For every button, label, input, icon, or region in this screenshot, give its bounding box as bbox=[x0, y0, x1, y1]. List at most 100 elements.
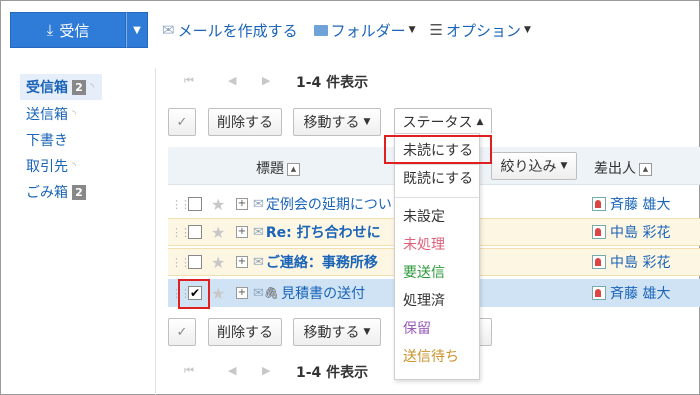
envelope-icon: ✉ bbox=[253, 224, 264, 240]
menu-item-status-hold[interactable]: 保留 bbox=[403, 318, 431, 338]
mail-sender[interactable]: 斉藤 雄大 bbox=[592, 283, 670, 303]
menu-item-status-awaiting-send[interactable]: 送信待ち bbox=[403, 346, 459, 366]
sidebar-item-label: ごみ箱 bbox=[26, 185, 68, 201]
options-menu[interactable]: ☰ オプション ▼ bbox=[430, 20, 531, 41]
sync-icon: ◝ bbox=[72, 108, 76, 120]
drag-handle-icon[interactable]: ⋮⋮ bbox=[171, 226, 191, 239]
filter-button[interactable]: 絞り込み ▼ bbox=[491, 152, 577, 180]
envelope-icon: ✉ bbox=[253, 254, 264, 270]
menu-divider bbox=[395, 164, 479, 165]
sync-icon: ◝ bbox=[72, 160, 76, 172]
status-button[interactable]: ステータス ▲ bbox=[394, 108, 492, 134]
folder-menu[interactable]: フォルダー ▼ bbox=[313, 20, 416, 41]
row-checkbox[interactable] bbox=[188, 225, 202, 239]
chevron-down-icon: ▼ bbox=[524, 25, 531, 35]
expand-icon[interactable]: + bbox=[236, 226, 248, 238]
folder-label: フォルダー bbox=[330, 21, 406, 40]
expand-icon[interactable]: + bbox=[236, 256, 248, 268]
user-icon bbox=[592, 286, 606, 300]
delete-button-bottom[interactable]: 削除する bbox=[208, 318, 282, 346]
download-icon: ⤓ bbox=[46, 21, 54, 39]
sender-name: 斉藤 雄大 bbox=[610, 286, 671, 302]
envelope-icon: ✉ bbox=[253, 196, 264, 212]
user-icon bbox=[592, 197, 606, 211]
row-checkbox[interactable] bbox=[188, 197, 202, 211]
next-page-icon[interactable]: ▶ bbox=[262, 364, 270, 377]
sidebar-item-trash[interactable]: ごみ箱 2 bbox=[26, 182, 86, 202]
first-page-icon[interactable]: ⏮ bbox=[184, 364, 194, 378]
highlight-box-checkbox bbox=[178, 279, 210, 309]
mail-sender[interactable]: 中島 彩花 bbox=[592, 252, 670, 272]
list-icon: ☰ bbox=[429, 21, 443, 39]
prev-page-icon[interactable]: ◀ bbox=[228, 74, 236, 87]
next-page-icon[interactable]: ▶ bbox=[262, 74, 270, 87]
filter-label: 絞り込み bbox=[500, 159, 557, 175]
menu-item-status-reply-needed[interactable]: 要送信 bbox=[403, 262, 445, 282]
sender-column-header[interactable]: 差出人 ▲ bbox=[594, 158, 652, 178]
move-button[interactable]: 移動する ▼ bbox=[293, 108, 381, 136]
subject-column-header[interactable]: 標題 ▲ bbox=[256, 158, 300, 178]
check-icon: ✓ bbox=[176, 324, 188, 340]
move-button-bottom[interactable]: 移動する ▼ bbox=[293, 318, 381, 346]
compose-label: メールを作成する bbox=[177, 21, 298, 40]
star-icon[interactable]: ★ bbox=[211, 195, 227, 214]
status-label: ステータス bbox=[402, 114, 473, 131]
sidebar-item-label: 受信箱 bbox=[26, 80, 68, 96]
delete-button[interactable]: 削除する bbox=[208, 108, 282, 136]
sidebar-item-drafts[interactable]: 下書き bbox=[26, 130, 68, 150]
options-label: オプション bbox=[445, 21, 521, 40]
select-all-button[interactable]: ✓ bbox=[168, 108, 196, 136]
unread-count-badge: 2 bbox=[72, 79, 86, 95]
prev-page-icon[interactable]: ◀ bbox=[228, 364, 236, 377]
row-checkbox[interactable] bbox=[188, 255, 202, 269]
chevron-down-icon: ▼ bbox=[363, 117, 371, 127]
chevron-down-icon: ▼ bbox=[560, 161, 568, 171]
menu-item-status-done[interactable]: 処理済 bbox=[403, 290, 445, 310]
compose-link[interactable]: ✉ メールを作成する bbox=[162, 20, 298, 41]
drag-handle-icon[interactable]: ⋮⋮ bbox=[171, 198, 191, 211]
menu-item-mark-read[interactable]: 既読にする bbox=[403, 168, 473, 188]
move-label: 移動する bbox=[303, 325, 360, 341]
sender-name: 中島 彩花 bbox=[610, 225, 671, 241]
page-range-top: 1-4 件表示 bbox=[296, 75, 369, 91]
sender-name: 中島 彩花 bbox=[610, 255, 671, 271]
expand-icon[interactable]: + bbox=[236, 198, 248, 210]
highlight-box-mark-unread bbox=[384, 135, 492, 164]
folder-icon bbox=[313, 24, 328, 36]
chevron-down-icon: ▼ bbox=[133, 24, 141, 36]
star-icon[interactable]: ★ bbox=[211, 284, 227, 303]
chevron-down-icon: ▼ bbox=[408, 25, 416, 35]
select-all-button-bottom[interactable]: ✓ bbox=[168, 318, 196, 346]
sender-name: 斉藤 雄大 bbox=[610, 197, 671, 213]
receive-button[interactable]: ⤓ 受信 bbox=[10, 12, 126, 48]
expand-icon[interactable]: + bbox=[236, 287, 248, 299]
sidebar-item-label: 下書き bbox=[26, 133, 68, 149]
move-label: 移動する bbox=[303, 115, 360, 131]
sort-icon: ▲ bbox=[639, 162, 652, 176]
envelope-icon: ✉ bbox=[253, 285, 264, 301]
sidebar-item-inbox[interactable]: 受信箱 2 ◝ bbox=[20, 74, 102, 100]
menu-divider bbox=[395, 197, 479, 198]
star-icon[interactable]: ★ bbox=[211, 253, 227, 272]
menu-item-status-none[interactable]: 未設定 bbox=[403, 206, 445, 226]
page-range-bottom: 1-4 件表示 bbox=[296, 365, 369, 381]
folder-sidebar: 受信箱 2 ◝ 送信箱 ◝ 下書き 取引先 ◝ ごみ箱 2 bbox=[0, 68, 156, 395]
first-page-icon[interactable]: ⏮ bbox=[184, 74, 194, 88]
user-icon bbox=[592, 255, 606, 269]
mail-sender[interactable]: 中島 彩花 bbox=[592, 222, 670, 242]
subject-header-label: 標題 bbox=[256, 161, 284, 177]
drag-handle-icon[interactable]: ⋮⋮ bbox=[171, 256, 191, 269]
menu-item-status-pending[interactable]: 未処理 bbox=[403, 234, 445, 254]
sender-header-label: 差出人 bbox=[594, 161, 636, 177]
sync-icon: ◝ bbox=[90, 81, 94, 93]
sidebar-item-clients[interactable]: 取引先 ◝ bbox=[26, 156, 76, 176]
receive-dropdown-button[interactable]: ▼ bbox=[126, 12, 148, 48]
chevron-up-icon: ▲ bbox=[476, 116, 484, 127]
sidebar-item-outbox[interactable]: 送信箱 ◝ bbox=[26, 104, 76, 124]
star-icon[interactable]: ★ bbox=[211, 223, 227, 242]
status-dropdown-menu: 未読にする 既読にする 未設定 未処理 要送信 処理済 保留 送信待ち bbox=[394, 133, 480, 380]
attachment-icon: 🖇 bbox=[263, 286, 280, 300]
envelope-icon: ✉ bbox=[162, 21, 175, 39]
check-icon: ✓ bbox=[176, 114, 188, 130]
mail-sender[interactable]: 斉藤 雄大 bbox=[592, 194, 670, 214]
